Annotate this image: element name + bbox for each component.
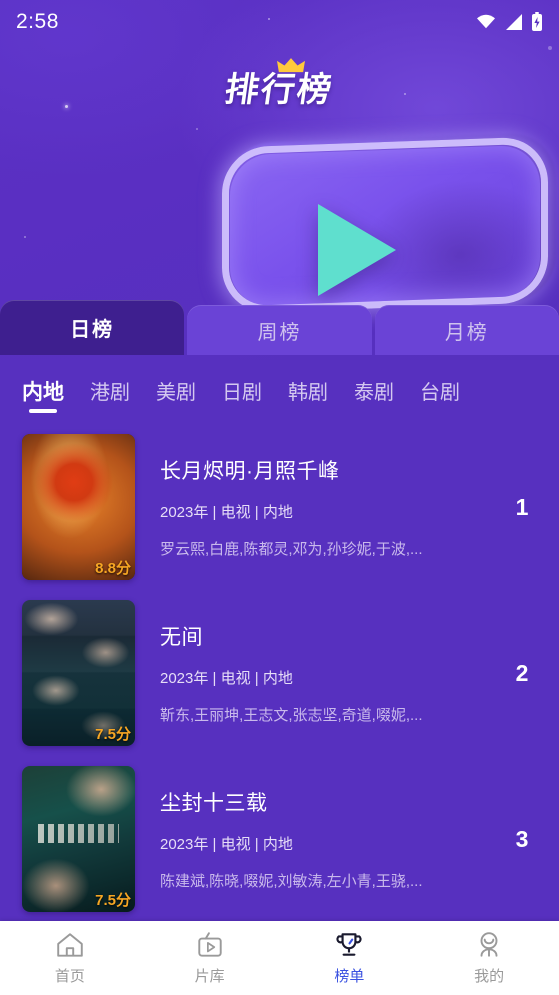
item-cast: 罗云熙,白鹿,陈都灵,邓为,孙珍妮,于波,... (160, 541, 423, 558)
category-meiju[interactable]: 美剧 (156, 376, 196, 410)
star-dot (24, 236, 26, 238)
home-icon (57, 932, 83, 957)
category-taiju-taiwan[interactable]: 台剧 (420, 376, 460, 410)
tab-daily[interactable]: 日榜 (0, 300, 185, 355)
category-neidi[interactable]: 内地 (22, 376, 64, 411)
rank-number: 1 (515, 493, 529, 520)
hero-artwork (196, 128, 559, 314)
rating-score: 8.8分 (95, 560, 131, 577)
category-riju[interactable]: 日剧 (222, 376, 262, 410)
status-bar-time: 2:58 (16, 10, 59, 33)
item-meta: 2023年 | 电视 | 内地 (160, 836, 293, 853)
poster-thumbnail[interactable]: 8.8分 (22, 434, 135, 580)
nav-label-profile: 我的 (474, 967, 505, 985)
poster-thumbnail[interactable]: 7.5分 (22, 766, 135, 912)
item-title[interactable]: 尘封十三载 (160, 787, 505, 817)
item-title[interactable]: 长月烬明·月照千峰 (160, 455, 505, 485)
period-tab-bar: 日榜 周榜 月榜 (0, 300, 559, 355)
list-item-info: 尘封十三载 2023年 | 电视 | 内地 陈建斌,陈晓,啜妮,刘敏涛,左小青,… (135, 787, 505, 891)
play-button-3d-icon (318, 204, 396, 296)
status-bar: 2:58 (0, 0, 559, 44)
nav-label-ranking: 榜单 (334, 967, 365, 985)
item-cast: 陈建斌,陈晓,啜妮,刘敏涛,左小青,王骁,... (160, 873, 423, 890)
page-title: 排行榜 (222, 70, 336, 110)
nav-label-home: 首页 (54, 967, 85, 985)
status-bar-icons (475, 12, 543, 32)
nav-item-library[interactable]: 片库 (140, 931, 280, 986)
list-item-info: 长月烬明·月照千峰 2023年 | 电视 | 内地 罗云熙,白鹿,陈都灵,邓为,… (135, 455, 505, 559)
category-tab-bar[interactable]: 内地 港剧 美剧 日剧 韩剧 泰剧 台剧 (0, 362, 559, 424)
trophy-icon (336, 932, 362, 956)
nav-label-library: 片库 (194, 967, 225, 985)
tab-monthly[interactable]: 月榜 (374, 305, 559, 355)
item-meta: 2023年 | 电视 | 内地 (160, 504, 293, 521)
item-meta: 2023年 | 电视 | 内地 (160, 670, 293, 687)
item-title[interactable]: 无间 (160, 621, 505, 651)
rating-score: 7.5分 (95, 892, 131, 909)
category-taiju-thai[interactable]: 泰剧 (354, 376, 394, 410)
signal-icon (506, 14, 522, 30)
list-item[interactable]: 7.5分 无间 2023年 | 电视 | 内地 靳东,王丽坤,王志文,张志坚,奇… (0, 590, 559, 756)
bottom-navigation-bar: 首页 片库 榜单 我的 (0, 921, 559, 995)
item-cast: 靳东,王丽坤,王志文,张志坚,奇道,啜妮,... (160, 707, 423, 724)
tab-weekly[interactable]: 周榜 (187, 305, 372, 355)
category-hanju[interactable]: 韩剧 (288, 376, 328, 410)
battery-charging-icon (532, 12, 542, 31)
list-item[interactable]: 8.8分 长月烬明·月照千峰 2023年 | 电视 | 内地 罗云熙,白鹿,陈都… (0, 424, 559, 590)
category-gangju[interactable]: 港剧 (90, 376, 130, 410)
list-item-info: 无间 2023年 | 电视 | 内地 靳东,王丽坤,王志文,张志坚,奇道,啜妮,… (135, 621, 505, 725)
rank-number: 3 (515, 825, 529, 852)
app-root: 2:58 排行榜 日榜 周榜 月榜 内地 港剧 美剧 日剧 韩剧 泰剧 台剧 8… (0, 0, 559, 995)
nav-item-home[interactable]: 首页 (0, 931, 140, 986)
tv-library-icon (197, 931, 222, 957)
poster-thumbnail[interactable]: 7.5分 (22, 600, 135, 746)
nav-item-profile[interactable]: 我的 (419, 931, 559, 986)
rating-score: 7.5分 (95, 726, 131, 743)
wifi-icon (477, 14, 495, 29)
star-dot (548, 46, 552, 50)
nav-item-ranking[interactable]: 榜单 (280, 931, 420, 986)
list-item[interactable]: 7.5分 尘封十三载 2023年 | 电视 | 内地 陈建斌,陈晓,啜妮,刘敏涛… (0, 756, 559, 921)
ranking-list[interactable]: 8.8分 长月烬明·月照千峰 2023年 | 电视 | 内地 罗云熙,白鹿,陈都… (0, 424, 559, 921)
user-profile-icon (480, 931, 498, 957)
rank-number: 2 (515, 659, 529, 686)
